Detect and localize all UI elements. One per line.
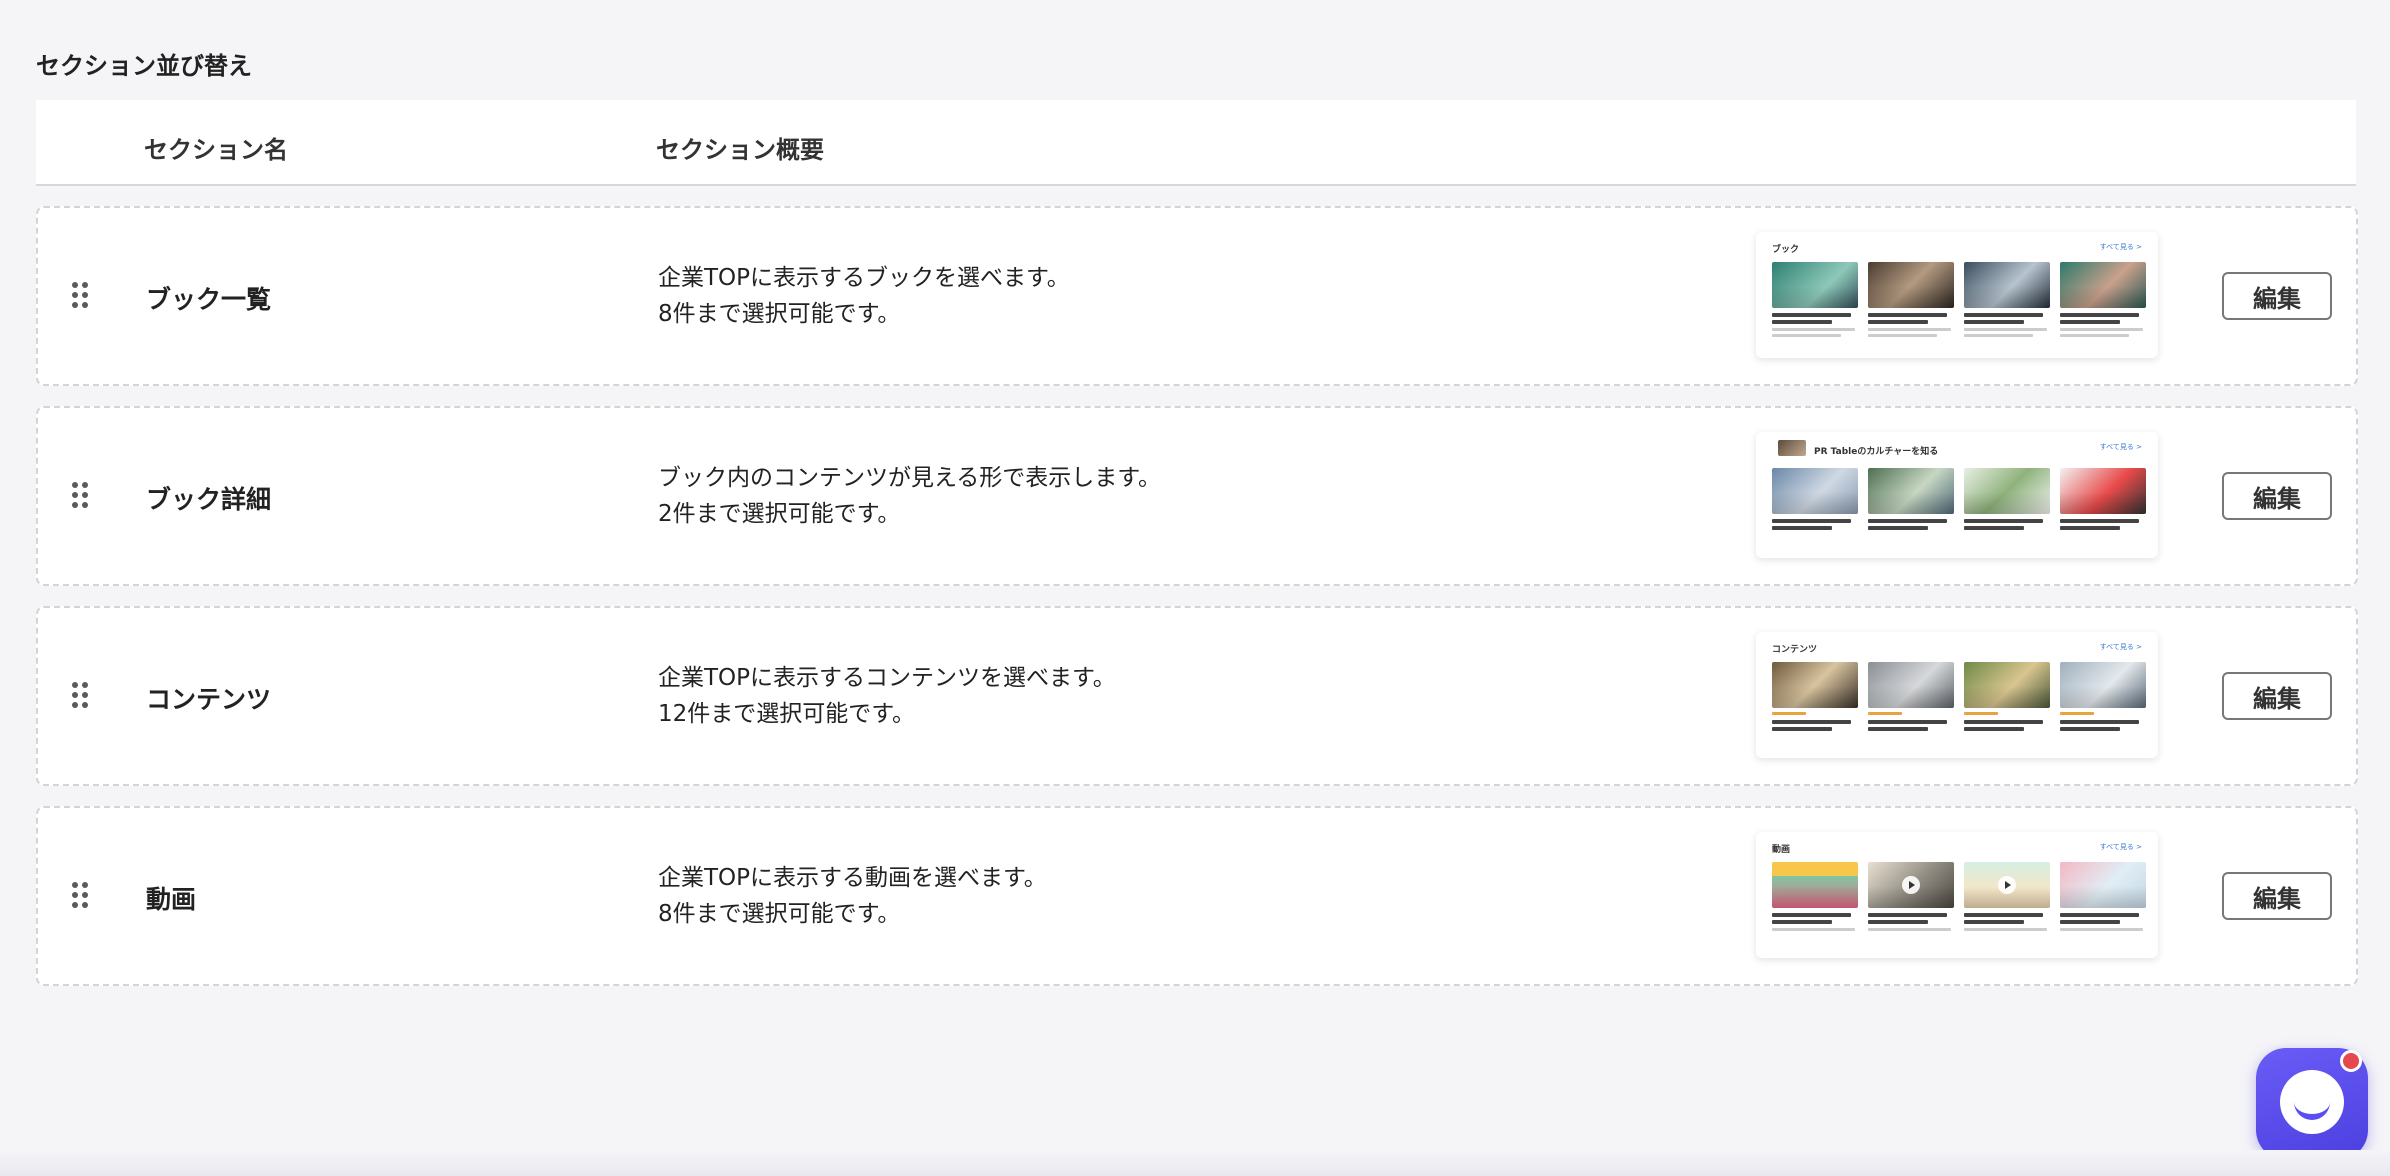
edit-button[interactable]: 編集: [2222, 672, 2332, 720]
description-line: 企業TOPに表示するブックを選べます。: [658, 265, 1070, 291]
edit-button[interactable]: 編集: [2222, 272, 2332, 320]
section-preview-thumbnail: 動画 すべて見る >: [1756, 832, 2158, 958]
preview-more-link: すべて見る >: [2099, 643, 2142, 651]
bottom-fade: [0, 1150, 2390, 1176]
section-description: ブック内のコンテンツが見える形で表示します。 2件まで選択可能です。: [658, 460, 1161, 532]
description-line: 8件まで選択可能です。: [658, 301, 901, 327]
chat-face-icon: [2280, 1070, 2344, 1134]
table-header: セクション名 セクション概要: [36, 100, 2356, 186]
section-row-book-detail[interactable]: ブック詳細 ブック内のコンテンツが見える形で表示します。 2件まで選択可能です。…: [36, 406, 2358, 586]
drag-handle-icon[interactable]: [72, 882, 88, 908]
notification-badge: [2340, 1050, 2362, 1072]
preview-title: PR Tableのカルチャーを知る: [1814, 447, 1939, 457]
section-name: ブック一覧: [146, 285, 272, 314]
preview-title: 動画: [1772, 845, 1791, 855]
drag-handle-icon[interactable]: [72, 682, 88, 708]
section-row-contents[interactable]: コンテンツ 企業TOPに表示するコンテンツを選べます。 12件まで選択可能です。…: [36, 606, 2358, 786]
header-section-description: セクション概要: [656, 136, 824, 164]
section-name: ブック詳細: [146, 485, 272, 514]
section-preview-thumbnail: PR Tableのカルチャーを知る すべて見る >: [1756, 432, 2158, 558]
section-reorder-page: セクション並び替え セクション名 セクション概要 ブック一覧 企業TOPに表示す…: [0, 0, 2390, 1176]
section-row-book-list[interactable]: ブック一覧 企業TOPに表示するブックを選べます。 8件まで選択可能です。 ブッ…: [36, 206, 2358, 386]
description-line: 8件まで選択可能です。: [658, 901, 901, 927]
play-icon: [1998, 876, 2016, 894]
section-preview-thumbnail: コンテンツ すべて見る >: [1756, 632, 2158, 758]
description-line: 企業TOPに表示する動画を選べます。: [658, 865, 1047, 891]
preview-more-link: すべて見る >: [2099, 843, 2142, 851]
preview-title: ブック: [1772, 245, 1800, 255]
description-line: 12件まで選択可能です。: [658, 701, 915, 727]
preview-book-cover: [1778, 440, 1806, 456]
play-icon: [1902, 876, 1920, 894]
section-name: コンテンツ: [146, 685, 272, 714]
section-row-video[interactable]: 動画 企業TOPに表示する動画を選べます。 8件まで選択可能です。 動画 すべて…: [36, 806, 2358, 986]
section-preview-thumbnail: ブック すべて見る >: [1756, 232, 2158, 358]
drag-handle-icon[interactable]: [72, 282, 88, 308]
section-description: 企業TOPに表示する動画を選べます。 8件まで選択可能です。: [658, 860, 1047, 932]
edit-button[interactable]: 編集: [2222, 872, 2332, 920]
description-line: ブック内のコンテンツが見える形で表示します。: [658, 465, 1162, 491]
description-line: 企業TOPに表示するコンテンツを選べます。: [658, 665, 1116, 691]
page-title: セクション並び替え: [36, 52, 252, 80]
section-name: 動画: [146, 885, 197, 914]
header-section-name: セクション名: [144, 136, 288, 164]
section-description: 企業TOPに表示するコンテンツを選べます。 12件まで選択可能です。: [658, 660, 1116, 732]
preview-title: コンテンツ: [1772, 645, 1818, 655]
edit-button[interactable]: 編集: [2222, 472, 2332, 520]
section-description: 企業TOPに表示するブックを選べます。 8件まで選択可能です。: [658, 260, 1070, 332]
preview-more-link: すべて見る >: [2099, 243, 2142, 251]
drag-handle-icon[interactable]: [72, 482, 88, 508]
description-line: 2件まで選択可能です。: [658, 501, 901, 527]
preview-more-link: すべて見る >: [2099, 443, 2142, 451]
